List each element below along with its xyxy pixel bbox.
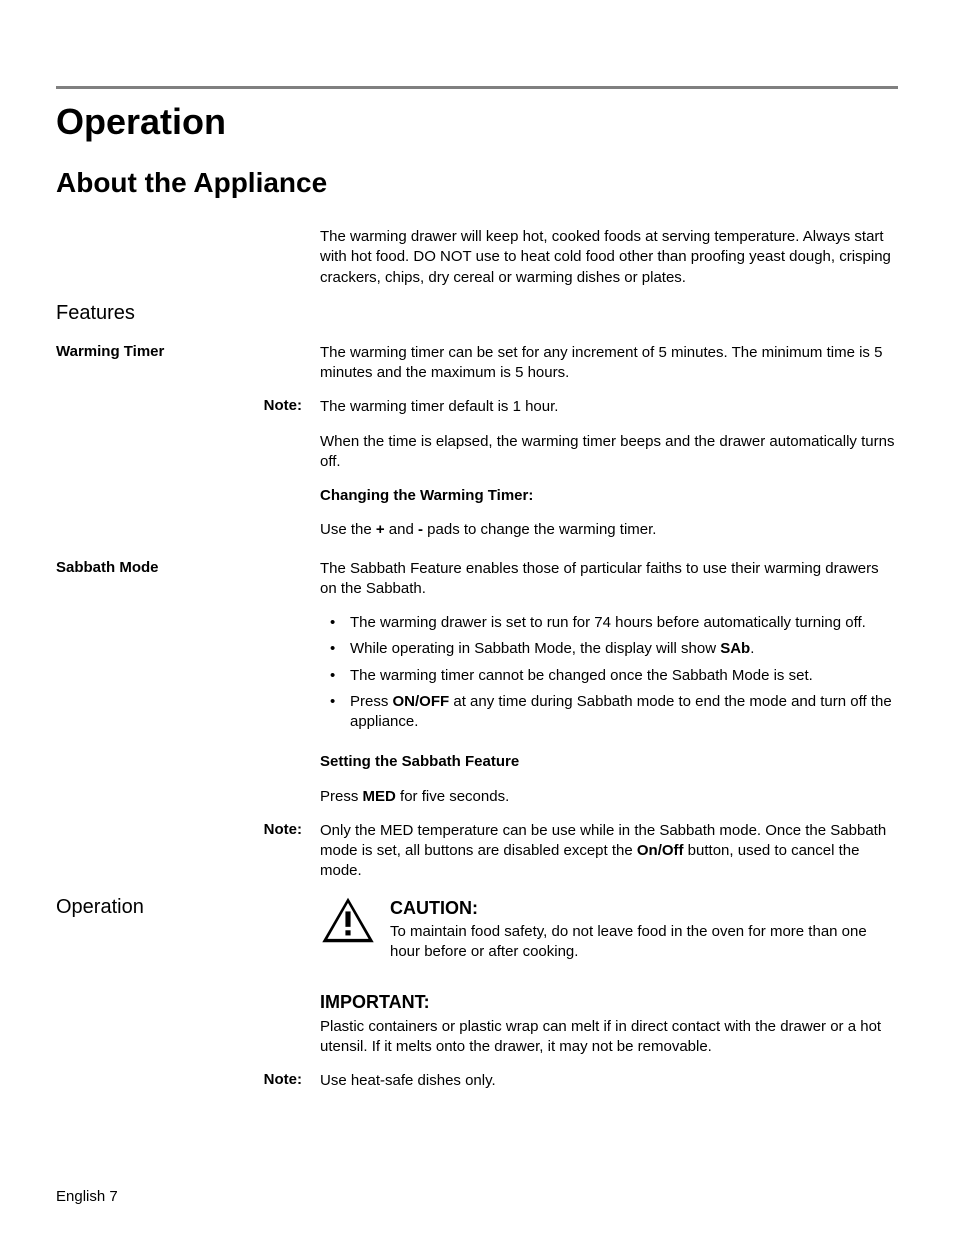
caution-body-text: To maintain food safety, do not leave fo… (390, 922, 898, 963)
sabbath-b3: The warming timer cannot be changed once… (320, 666, 898, 686)
warming-timer-note-row: Note: The warming timer default is 1 hou… (56, 397, 898, 417)
med-key: MED (363, 788, 396, 805)
onoff-key: ON/OFF (393, 693, 450, 710)
operation-caution-row: Operation CAUTION: To maintain food safe… (56, 896, 898, 977)
sabbath-p1: The Sabbath Feature enables those of par… (320, 559, 898, 600)
warming-timer-row: Warming Timer The warming timer can be s… (56, 343, 898, 384)
note-label: Note: (56, 397, 320, 414)
intro-row: The warming drawer will keep hot, cooked… (56, 227, 898, 288)
operation-note-row: Note: Use heat-safe dishes only. (56, 1071, 898, 1091)
page-title: Operation (56, 101, 898, 143)
sabbath-body: The Sabbath Feature enables those of par… (320, 559, 898, 739)
sab-display: SAb (720, 640, 750, 657)
p3-pre: Use the (320, 521, 376, 538)
setting-sabbath-heading: Setting the Sabbath Feature (320, 752, 898, 772)
warming-timer-p2-row: When the time is elapsed, the warming ti… (56, 432, 898, 473)
important-heading: IMPORTANT: (320, 990, 898, 1014)
warming-timer-p2: When the time is elapsed, the warming ti… (320, 432, 898, 473)
caution-heading: CAUTION: (390, 896, 898, 920)
intro-text: The warming drawer will keep hot, cooked… (320, 227, 898, 288)
important-body: Plastic containers or plastic wrap can m… (320, 1017, 898, 1058)
sabbath-bullets: The warming drawer is set to run for 74 … (320, 613, 898, 732)
top-rule (56, 86, 898, 89)
warming-timer-label: Warming Timer (56, 343, 320, 360)
sabbath-b1: The warming drawer is set to run for 74 … (320, 613, 898, 633)
caution-block: CAUTION: To maintain food safety, do not… (320, 896, 898, 963)
p3-mid: and (385, 521, 418, 538)
changing-timer-heading: Changing the Warming Timer: (320, 486, 898, 506)
page-footer: English 7 (56, 1188, 118, 1205)
operation-note: Use heat-safe dishes only. (320, 1071, 898, 1091)
warming-timer-p3-row: Use the + and - pads to change the warmi… (56, 520, 898, 540)
important-block: IMPORTANT: Plastic containers or plastic… (320, 990, 898, 1057)
plus-key: + (376, 521, 385, 538)
sabbath-b2: While operating in Sabbath Mode, the dis… (320, 639, 898, 659)
operation-sub-heading: Operation (56, 896, 312, 919)
warning-icon (320, 896, 376, 944)
warming-timer-note: The warming timer default is 1 hour. (320, 397, 898, 417)
note-label-3: Note: (56, 1071, 320, 1088)
sabbath-p2: Press MED for five seconds. (320, 787, 898, 807)
sabbath-mode-label: Sabbath Mode (56, 559, 320, 576)
onoff-button-text: On/Off (637, 842, 684, 859)
sabbath-p2-row: Press MED for five seconds. (56, 787, 898, 807)
important-row: IMPORTANT: Plastic containers or plastic… (56, 990, 898, 1057)
sabbath-b4: Press ON/OFF at any time during Sabbath … (320, 692, 898, 733)
features-heading: Features (56, 302, 898, 325)
sabbath-note: Only the MED temperature can be use whil… (320, 821, 898, 882)
p3-post: pads to change the warming timer. (423, 521, 656, 538)
caution-text: CAUTION: To maintain food safety, do not… (390, 896, 898, 963)
sabbath-row: Sabbath Mode The Sabbath Feature enables… (56, 559, 898, 739)
section-about-appliance: About the Appliance (56, 167, 898, 199)
note-label-2: Note: (56, 821, 320, 838)
sabbath-subhead-row: Setting the Sabbath Feature (56, 752, 898, 772)
operation-caution-body: CAUTION: To maintain food safety, do not… (320, 896, 898, 977)
warming-timer-subhead-row: Changing the Warming Timer: (56, 486, 898, 506)
warming-timer-p3: Use the + and - pads to change the warmi… (320, 520, 898, 540)
sabbath-note-row: Note: Only the MED temperature can be us… (56, 821, 898, 882)
warming-timer-p1: The warming timer can be set for any inc… (320, 343, 898, 384)
